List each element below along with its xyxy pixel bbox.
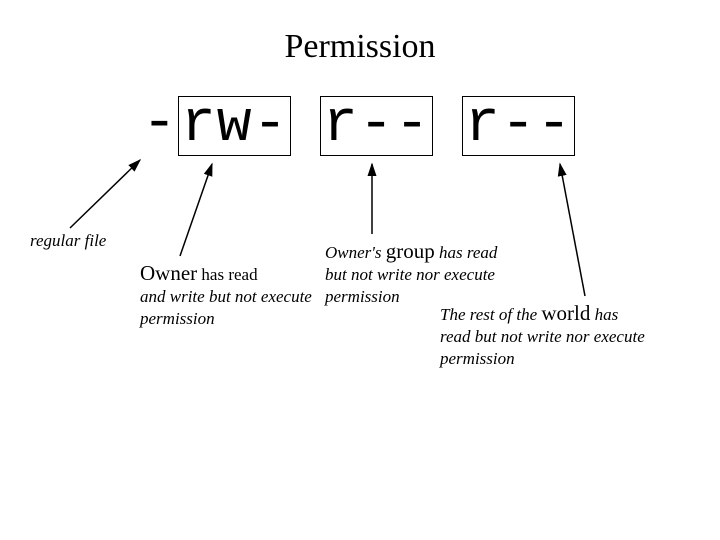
label-group-pre: Owner's <box>325 243 386 262</box>
slide-title: Permission <box>0 28 720 66</box>
label-world-rest2: read but not write nor execute permissio… <box>440 327 645 367</box>
perm-world-triplet: r-- <box>462 96 575 156</box>
perm-group-triplet: r-- <box>320 96 433 156</box>
label-world-word: world <box>541 301 590 325</box>
label-group: Owner's group has read but not write nor… <box>325 238 515 307</box>
label-world: The rest of the world has read but not w… <box>440 300 680 369</box>
arrow-file <box>70 160 140 228</box>
label-owner: Owner has read and write but not execute… <box>140 260 320 329</box>
label-group-word: group <box>386 239 435 263</box>
label-world-pre: The rest of the <box>440 305 541 324</box>
label-regular-file: regular file <box>30 230 120 251</box>
label-group-rest1: has read <box>435 243 498 262</box>
arrow-owner <box>180 164 212 256</box>
perm-type-char: - <box>142 96 178 154</box>
label-world-rest1: has <box>590 305 618 324</box>
arrow-world <box>560 164 585 296</box>
perm-owner-triplet: rw- <box>178 96 291 156</box>
label-owner-rest1: has read <box>197 265 257 284</box>
label-owner-rest2: and write but not execute permission <box>140 287 312 327</box>
label-owner-word: Owner <box>140 261 197 285</box>
